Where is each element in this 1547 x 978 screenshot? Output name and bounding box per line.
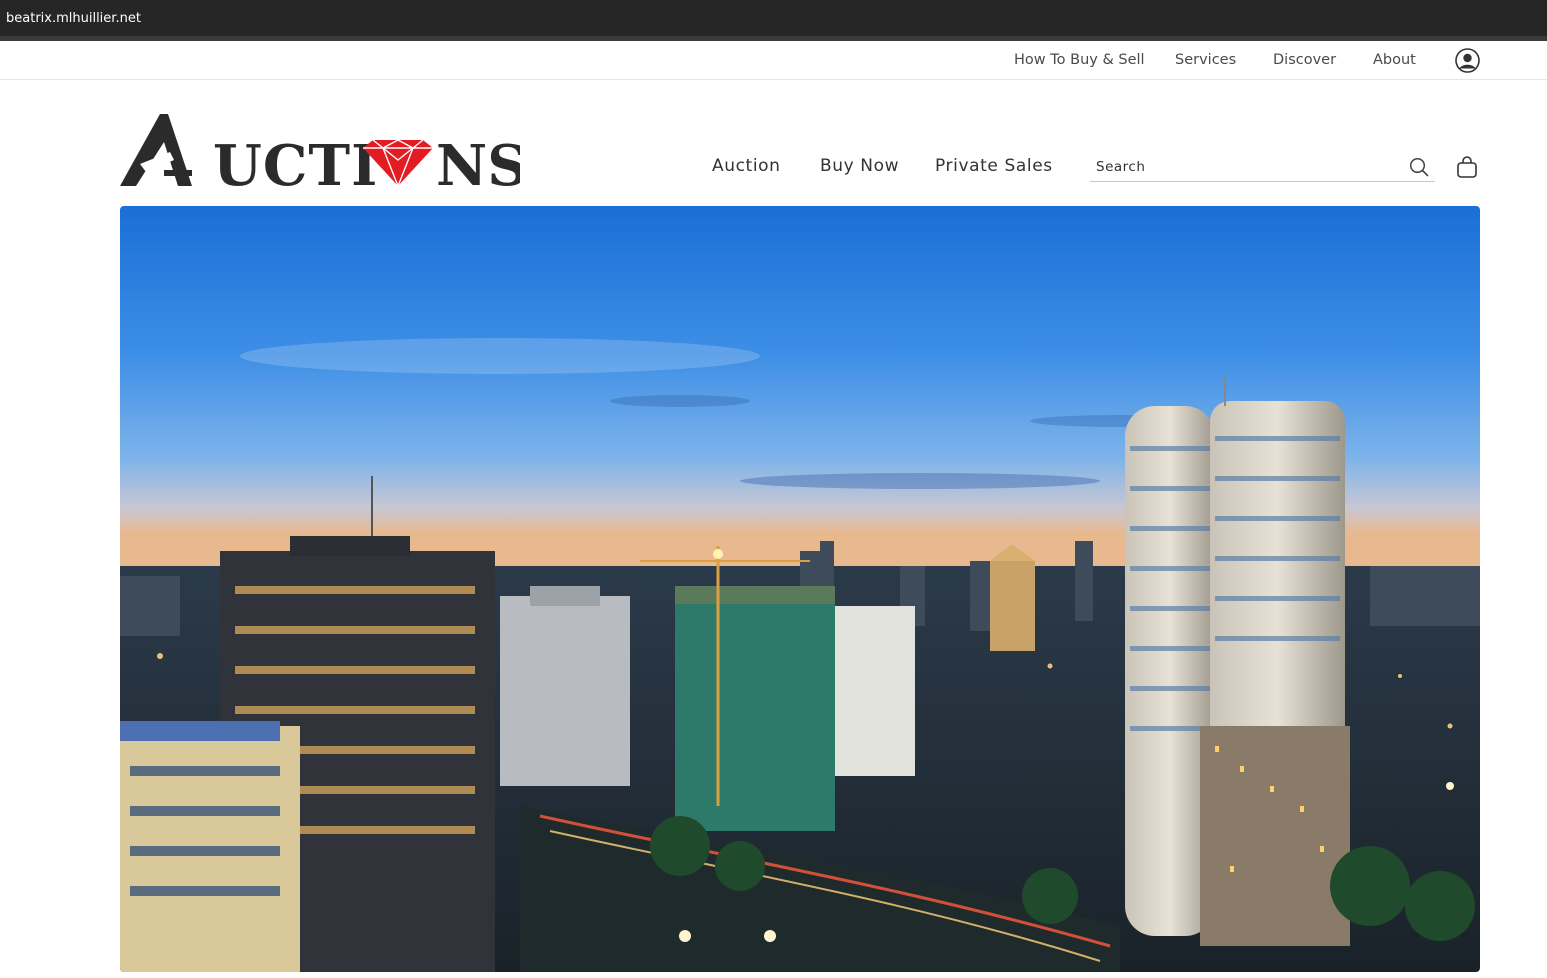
logo-gavel-base: [164, 170, 192, 176]
top-nav-discover[interactable]: Discover: [1273, 52, 1336, 68]
browser-url: beatrix.mlhuillier.net: [6, 10, 141, 26]
shopping-bag-icon[interactable]: [1455, 155, 1479, 179]
main-nav-auction[interactable]: Auction: [712, 156, 781, 176]
top-utility-nav: How To Buy & Sell Services Discover Abou…: [0, 41, 1547, 80]
logo-text-left: UCTI: [213, 133, 378, 190]
main-nav-buy-now[interactable]: Buy Now: [820, 156, 899, 176]
top-nav-how-to-buy-sell[interactable]: How To Buy & Sell: [1014, 52, 1145, 68]
auctions-logo[interactable]: UCTI NS: [120, 112, 520, 190]
main-nav-private-sales[interactable]: Private Sales: [935, 156, 1053, 176]
hero-banner: [120, 206, 1480, 972]
search-input[interactable]: [1090, 154, 1390, 180]
top-nav-services[interactable]: Services: [1175, 52, 1236, 68]
city-skyline-image: [120, 206, 1480, 972]
user-circle-icon[interactable]: [1455, 48, 1480, 73]
search-box: [1090, 152, 1435, 182]
search-icon[interactable]: [1408, 156, 1430, 178]
top-nav-about[interactable]: About: [1373, 52, 1416, 68]
logo-text-right: NS: [436, 133, 520, 190]
browser-address-bar[interactable]: beatrix.mlhuillier.net: [0, 0, 1547, 36]
